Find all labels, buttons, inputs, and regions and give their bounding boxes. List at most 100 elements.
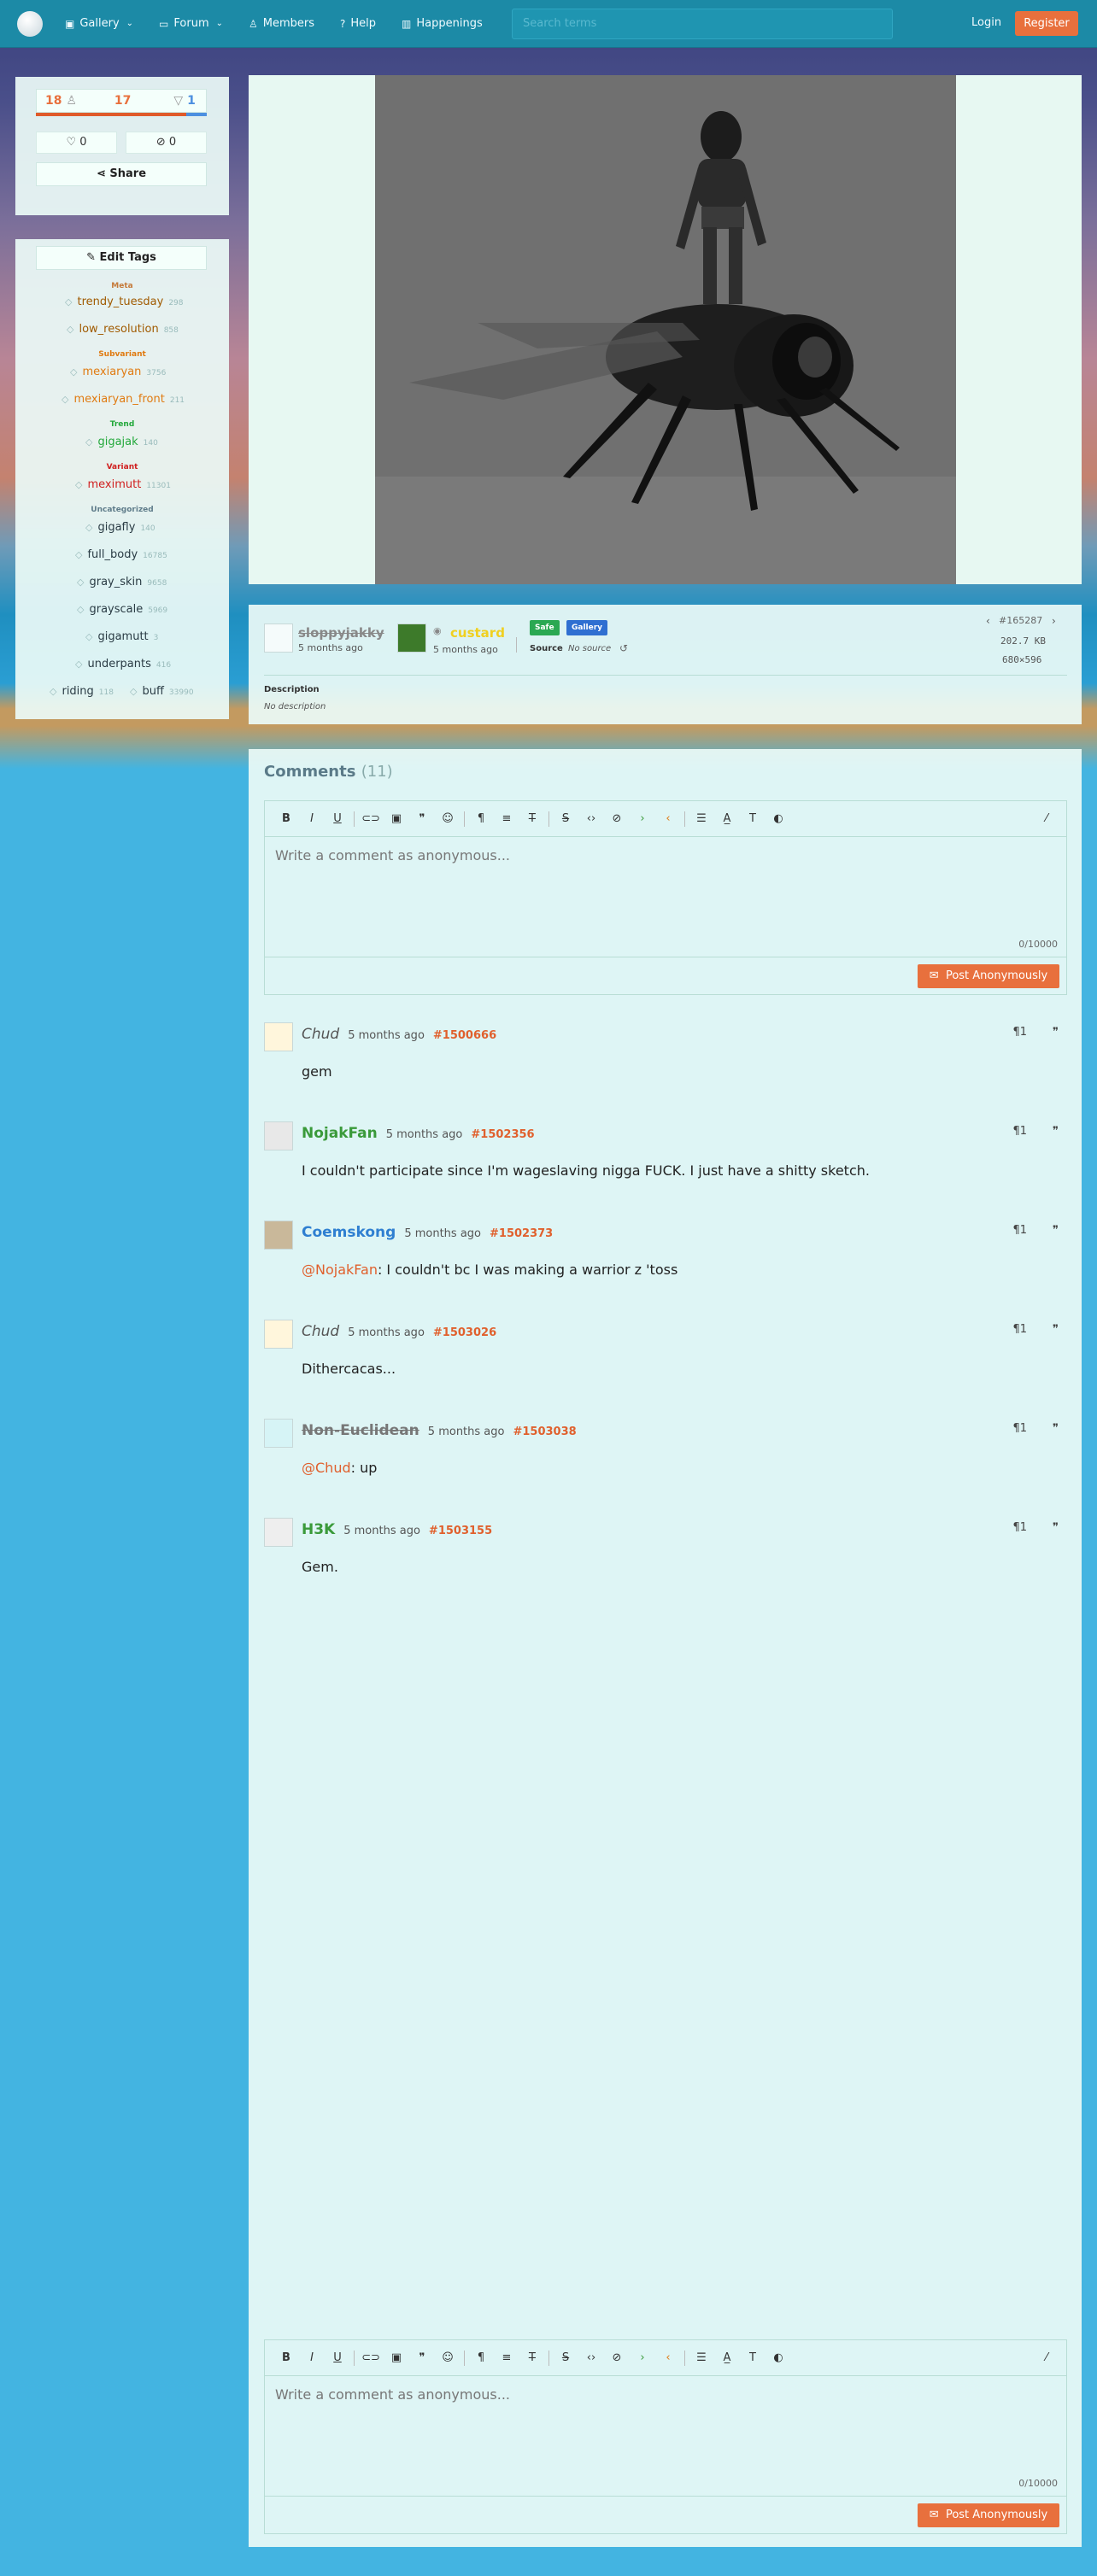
link-icon[interactable]: ⊂⊃ <box>358 2351 384 2364</box>
search-input[interactable]: Search terms <box>512 9 893 39</box>
image-icon[interactable]: ▣ <box>384 812 409 825</box>
link-icon[interactable]: ⊂⊃ <box>358 812 384 825</box>
comment-textarea[interactable]: Write a comment as anonymous... 0/10000 <box>265 2376 1066 2496</box>
bold-icon[interactable]: B <box>273 812 299 825</box>
avatar[interactable] <box>264 1320 293 1349</box>
tag-item[interactable]: ◇ gray_skin 9658 <box>77 576 167 588</box>
source-code-icon[interactable]: ⁄ <box>1034 812 1059 825</box>
greentext-icon[interactable]: › <box>630 2351 655 2364</box>
avatar[interactable] <box>264 1022 293 1051</box>
comment-id[interactable]: #1500666 <box>433 1029 496 1042</box>
reply-icon[interactable]: ¶1 <box>1012 1224 1027 1237</box>
avatar[interactable] <box>264 1221 293 1250</box>
tag-item[interactable]: ◇ underpants 416 <box>75 658 171 670</box>
comment-mention[interactable]: @Chud <box>302 1460 351 1476</box>
quote-icon[interactable]: ❞ <box>1053 1422 1059 1435</box>
prev-post-icon[interactable]: ‹ <box>986 615 990 627</box>
list-icon[interactable]: ≡ <box>494 812 519 825</box>
comment-id[interactable]: #1503026 <box>433 1326 496 1339</box>
post-anonymously-button[interactable]: ✉ Post Anonymously <box>918 964 1059 988</box>
comment-author[interactable]: Coemskong <box>302 1224 396 1241</box>
comment-textarea[interactable]: Write a comment as anonymous... 0/10000 <box>265 837 1066 957</box>
code-icon[interactable]: ‹› <box>578 812 604 825</box>
code-icon[interactable]: ‹› <box>578 2351 604 2364</box>
greentext-icon[interactable]: › <box>630 812 655 825</box>
edit-tags-button[interactable]: ✎ Edit Tags <box>36 246 207 270</box>
comment-author[interactable]: Chud <box>302 1323 339 1340</box>
comment-author[interactable]: Non-Euclidean <box>302 1422 419 1439</box>
align-icon[interactable]: ☰ <box>689 2351 714 2364</box>
clear-format-icon[interactable]: T̶ <box>519 812 545 825</box>
fave-button[interactable]: ♡ 0 <box>36 132 117 154</box>
comment-author[interactable]: Chud <box>302 1026 339 1043</box>
font-size-icon[interactable]: T <box>740 2351 766 2364</box>
tag-item[interactable]: ◇ gigamutt 3 <box>85 630 158 643</box>
tag-item[interactable]: ◇ riding 118 <box>50 685 114 698</box>
tag-item[interactable]: ◇ meximutt 11301 <box>75 478 171 491</box>
comment-id[interactable]: #1503038 <box>513 1426 576 1438</box>
comment-author[interactable]: H3K <box>302 1521 335 1538</box>
quote-icon[interactable]: ❞ <box>1053 1026 1059 1039</box>
orangetext-icon[interactable]: ‹ <box>655 812 681 825</box>
avatar[interactable] <box>264 1518 293 1547</box>
palette-icon[interactable]: ◐ <box>766 812 791 825</box>
history-icon[interactable]: ↺ <box>619 642 628 654</box>
avatar[interactable] <box>397 624 426 653</box>
register-button[interactable]: Register <box>1015 11 1078 36</box>
comment-author[interactable]: NojakFan <box>302 1125 378 1142</box>
site-logo[interactable] <box>17 10 43 37</box>
italic-icon[interactable]: I <box>299 2351 325 2364</box>
reply-icon[interactable]: ¶1 <box>1012 1521 1027 1534</box>
paragraph-icon[interactable]: ¶ <box>468 2351 494 2364</box>
hide-button[interactable]: ⊘ 0 <box>126 132 207 154</box>
text-color-icon[interactable]: A̲ <box>714 2351 740 2364</box>
spoiler-icon[interactable]: ⊘ <box>604 812 630 825</box>
align-icon[interactable]: ☰ <box>689 812 714 825</box>
bold-icon[interactable]: B <box>273 2351 299 2364</box>
orangetext-icon[interactable]: ‹ <box>655 2351 681 2364</box>
tag-item[interactable]: ◇ grayscale 5969 <box>77 603 167 616</box>
tag-item[interactable]: ◇ mexiaryan_front 211 <box>62 393 185 406</box>
approver-name[interactable]: custard <box>450 625 505 641</box>
comment-id[interactable]: #1502373 <box>490 1227 553 1240</box>
avatar[interactable] <box>264 1121 293 1150</box>
badge-safe[interactable]: Safe <box>530 620 560 635</box>
strikethrough-icon[interactable]: S̶ <box>553 2351 578 2364</box>
tag-item[interactable]: ◇ mexiaryan 3756 <box>70 366 166 378</box>
emoji-icon[interactable]: ☺ <box>435 2351 461 2364</box>
upvote-button[interactable]: 18 ♙ <box>45 94 77 108</box>
tag-item[interactable]: ◇ trendy_tuesday 298 <box>65 296 184 308</box>
quote-icon[interactable]: ❞ <box>1053 1224 1059 1237</box>
share-button[interactable]: ⋖ Share <box>36 162 207 186</box>
tag-item[interactable]: ◇ gigajak 140 <box>85 436 158 448</box>
strikethrough-icon[interactable]: S̶ <box>553 812 578 825</box>
text-color-icon[interactable]: A̲ <box>714 812 740 825</box>
nav-happenings[interactable]: ▥ Happenings <box>402 17 483 30</box>
comment-id[interactable]: #1503155 <box>429 1525 492 1537</box>
comment-mention[interactable]: @NojakFan <box>302 1262 378 1278</box>
reply-icon[interactable]: ¶1 <box>1012 1026 1027 1039</box>
avatar[interactable] <box>264 624 293 653</box>
main-image[interactable] <box>375 75 956 584</box>
quote-icon[interactable]: ❞ <box>409 812 435 825</box>
nav-members[interactable]: ♙ Members <box>249 17 314 30</box>
spoiler-icon[interactable]: ⊘ <box>604 2351 630 2364</box>
uploader-name[interactable]: sloppyjakky <box>298 625 384 641</box>
reply-icon[interactable]: ¶1 <box>1012 1125 1027 1138</box>
quote-icon[interactable]: ❞ <box>1053 1125 1059 1138</box>
quote-icon[interactable]: ❞ <box>409 2351 435 2364</box>
quote-icon[interactable]: ❞ <box>1053 1521 1059 1534</box>
post-anonymously-button[interactable]: ✉ Post Anonymously <box>918 2503 1059 2527</box>
nav-gallery[interactable]: ▣ Gallery ⌄ <box>65 17 133 30</box>
list-icon[interactable]: ≡ <box>494 2351 519 2364</box>
underline-icon[interactable]: U <box>325 812 350 825</box>
nav-forum[interactable]: ▭ Forum ⌄ <box>159 17 223 30</box>
italic-icon[interactable]: I <box>299 812 325 825</box>
badge-gallery[interactable]: Gallery <box>566 620 608 635</box>
downvote-button[interactable]: ▽ 1 <box>173 94 195 108</box>
image-icon[interactable]: ▣ <box>384 2351 409 2364</box>
emoji-icon[interactable]: ☺ <box>435 812 461 825</box>
nav-help[interactable]: ? Help <box>340 17 376 30</box>
paragraph-icon[interactable]: ¶ <box>468 812 494 825</box>
next-post-icon[interactable]: › <box>1052 615 1056 627</box>
